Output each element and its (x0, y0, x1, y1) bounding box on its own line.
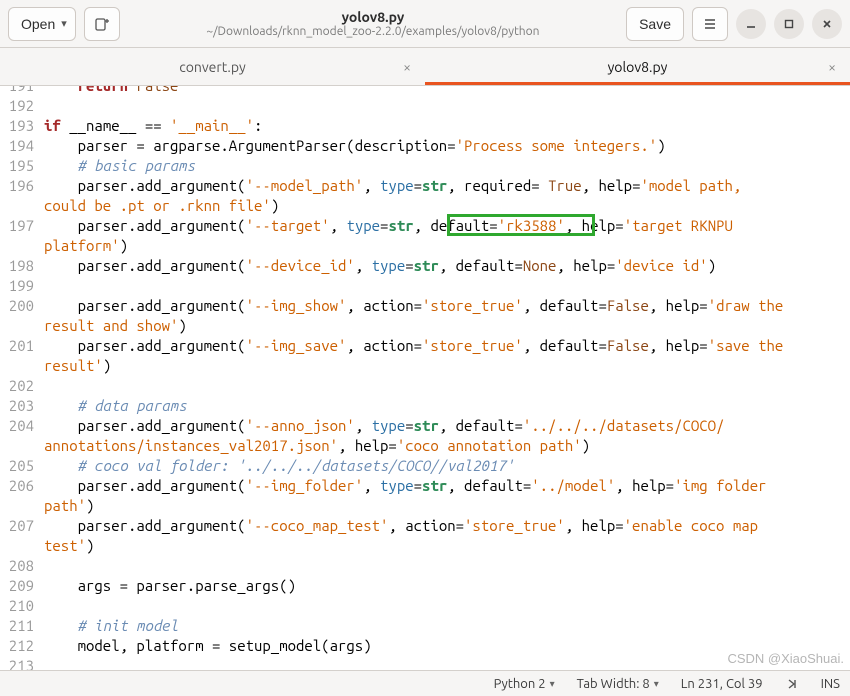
tab-close-button[interactable]: × (828, 59, 836, 75)
code-line[interactable]: return False (44, 86, 178, 96)
code-line[interactable]: annotations/instances_val2017.json', hel… (44, 436, 590, 456)
chevron-down-icon: ▾ (654, 678, 659, 690)
code-line[interactable]: # coco val folder: '../../../datasets/CO… (44, 456, 514, 476)
code-line[interactable]: # basic params (44, 156, 195, 176)
minimize-icon (745, 18, 757, 30)
line-number: 202 (0, 376, 44, 396)
code-line[interactable]: platform') (44, 236, 128, 256)
titlebar: Open ▾ yolov8.py ~/Downloads/rknn_model_… (0, 0, 850, 48)
status-ins-label: INS (821, 677, 840, 691)
code-line[interactable]: test') (44, 536, 94, 556)
code-line[interactable]: parser.add_argument('--coco_map_test', a… (44, 516, 766, 536)
seek-icon (785, 677, 799, 691)
code-line[interactable]: result') (44, 356, 111, 376)
save-button[interactable]: Save (626, 7, 684, 41)
chevron-down-icon: ▾ (61, 17, 67, 30)
line-number: 212 (0, 636, 44, 656)
line-number (0, 196, 44, 216)
status-seek[interactable] (785, 677, 799, 691)
line-number: 195 (0, 156, 44, 176)
tab-close-button[interactable]: × (403, 59, 411, 75)
save-label: Save (639, 16, 671, 32)
line-number: 201 (0, 336, 44, 356)
code-line[interactable]: args = parser.parse_args() (44, 576, 296, 596)
window-title: yolov8.py (128, 9, 618, 25)
minimize-button[interactable] (736, 9, 766, 39)
code-line[interactable]: parser.add_argument('--img_save', action… (44, 336, 792, 356)
line-number (0, 496, 44, 516)
code-line[interactable]: model, platform = setup_model(args) (44, 636, 372, 656)
tab-bar: convert.py × yolov8.py × (0, 48, 850, 86)
status-tabwidth-label: Tab Width: 8 (577, 677, 650, 691)
line-number (0, 236, 44, 256)
line-number: 199 (0, 276, 44, 296)
status-pos-label: Ln 231, Col 39 (681, 677, 763, 691)
new-tab-icon (94, 16, 110, 32)
line-number: 200 (0, 296, 44, 316)
line-number: 194 (0, 136, 44, 156)
line-number: 198 (0, 256, 44, 276)
line-number (0, 356, 44, 376)
line-number (0, 316, 44, 336)
line-number: 197 (0, 216, 44, 236)
window-subtitle: ~/Downloads/rknn_model_zoo-2.2.0/example… (128, 25, 618, 39)
code-line[interactable]: parser = argparse.ArgumentParser(descrip… (44, 136, 666, 156)
hamburger-icon (702, 16, 718, 32)
code-line[interactable]: # init model (44, 616, 178, 636)
code-line[interactable]: parser.add_argument('--device_id', type=… (44, 256, 716, 276)
line-number: 193 (0, 116, 44, 136)
line-number: 205 (0, 456, 44, 476)
editor[interactable]: 1911921931941951961971981992002012022032… (0, 86, 850, 670)
code-line[interactable]: parser.add_argument('--target', type=str… (44, 216, 741, 236)
status-language-label: Python 2 (494, 677, 546, 691)
line-number: 196 (0, 176, 44, 196)
maximize-button[interactable] (774, 9, 804, 39)
tab-label: convert.py (179, 59, 246, 75)
code-line[interactable]: parser.add_argument('--model_path', type… (44, 176, 750, 196)
line-number: 209 (0, 576, 44, 596)
line-number: 203 (0, 396, 44, 416)
line-number: 207 (0, 516, 44, 536)
status-cursor-position[interactable]: Ln 231, Col 39 (681, 677, 763, 691)
line-number: 192 (0, 96, 44, 116)
close-window-button[interactable] (812, 9, 842, 39)
tab-convert[interactable]: convert.py × (0, 48, 425, 85)
tab-yolov8[interactable]: yolov8.py × (425, 48, 850, 85)
line-number: 210 (0, 596, 44, 616)
maximize-icon (783, 18, 795, 30)
line-number: 208 (0, 556, 44, 576)
code-line[interactable]: parser.add_argument('--anno_json', type=… (44, 416, 724, 436)
line-number: 204 (0, 416, 44, 436)
line-number (0, 436, 44, 456)
code-line[interactable]: parser.add_argument('--img_show', action… (44, 296, 792, 316)
line-number: 191 (0, 86, 44, 96)
code-line[interactable]: if __name__ == '__main__': (44, 116, 262, 136)
code-line[interactable]: could be .pt or .rknn file') (44, 196, 279, 216)
code-line[interactable]: path') (44, 496, 94, 516)
hamburger-menu-button[interactable] (692, 7, 728, 41)
line-number: 211 (0, 616, 44, 636)
open-label: Open (21, 16, 55, 32)
open-button[interactable]: Open ▾ (8, 7, 76, 41)
tab-label: yolov8.py (608, 59, 668, 75)
chevron-down-icon: ▾ (550, 678, 555, 690)
status-bar: Python 2 ▾ Tab Width: 8 ▾ Ln 231, Col 39… (0, 670, 850, 696)
line-number (0, 536, 44, 556)
code-line[interactable]: parser.add_argument('--img_folder', type… (44, 476, 775, 496)
close-icon (821, 18, 833, 30)
status-tabwidth[interactable]: Tab Width: 8 ▾ (577, 677, 659, 691)
line-number: 213 (0, 656, 44, 670)
code-line[interactable]: result and show') (44, 316, 187, 336)
new-tab-button[interactable] (84, 7, 120, 41)
status-insert-mode[interactable]: INS (821, 677, 840, 691)
code-line[interactable]: # data params (44, 396, 187, 416)
status-language[interactable]: Python 2 ▾ (494, 677, 555, 691)
line-number: 206 (0, 476, 44, 496)
